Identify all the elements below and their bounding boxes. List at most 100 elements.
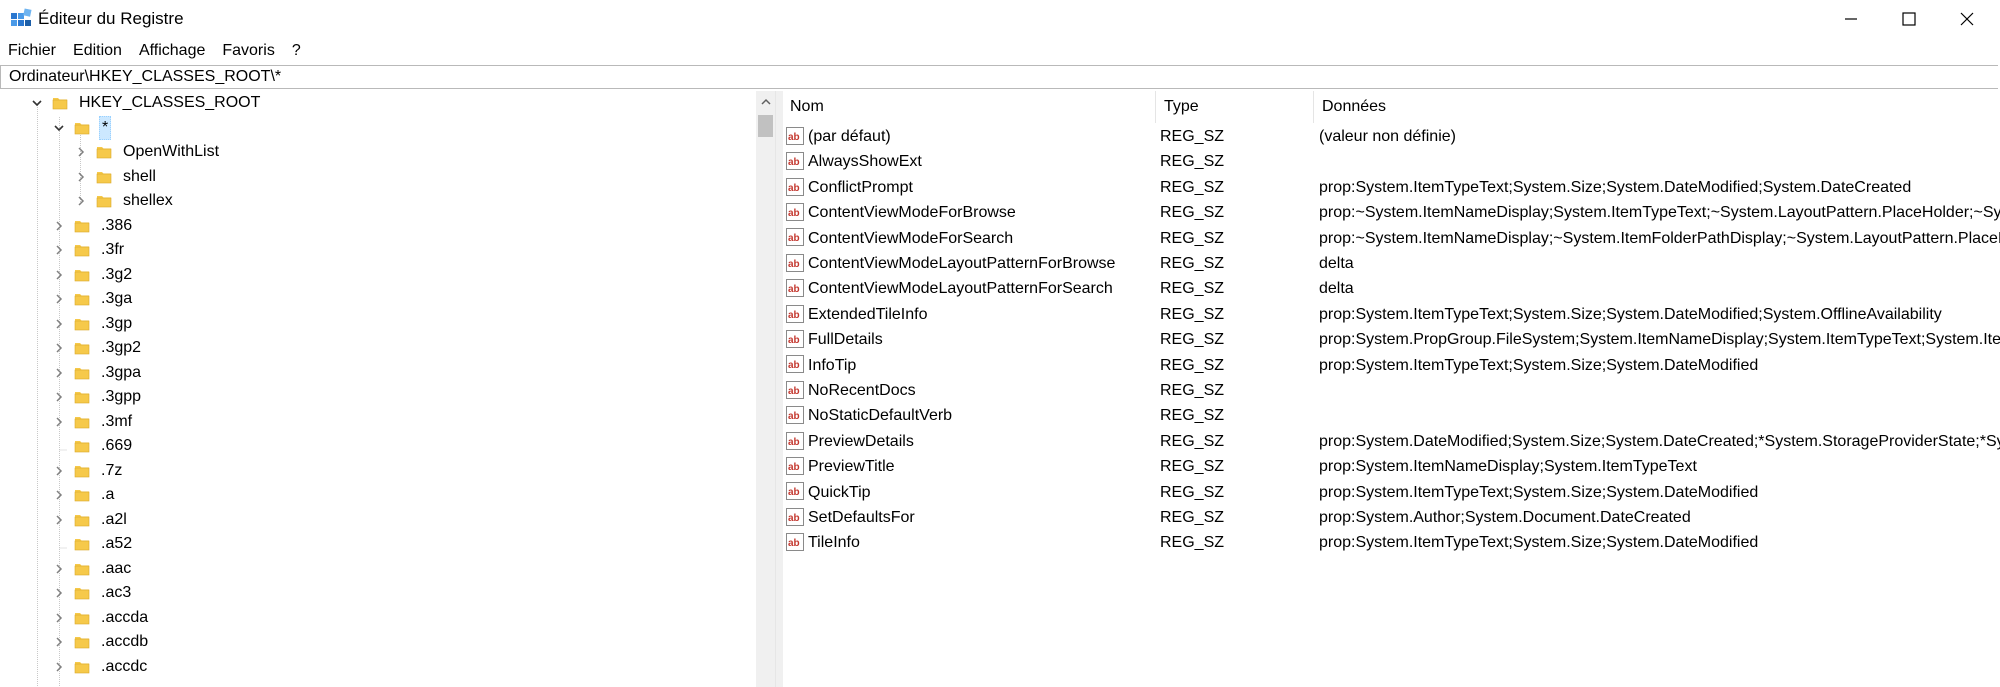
value-row[interactable]: ab ExtendedTileInfo REG_SZ prop:System.Item… [782,302,2000,327]
value-row[interactable]: ab ConflictPrompt REG_SZ prop:System.ItemTy… [782,175,2000,200]
expand-toggle[interactable] [74,170,88,184]
expand-toggle[interactable] [52,513,66,527]
tree-node[interactable]: .aac [52,557,133,581]
tree-node-label[interactable]: .3fr [99,239,126,261]
value-row[interactable]: ab AlwaysShowExt REG_SZ [782,149,2000,174]
expand-toggle[interactable] [52,611,66,625]
value-row[interactable]: ab NoStaticDefaultVerb REG_SZ [782,403,2000,428]
value-row[interactable]: ab FullDetails REG_SZ prop:System.PropGroup… [782,327,2000,352]
value-row[interactable]: ab PreviewDetails REG_SZ prop:System.DateMo… [782,429,2000,454]
expand-toggle[interactable] [74,194,88,208]
column-header-type[interactable]: Type [1156,91,1314,123]
expand-toggle[interactable] [52,464,66,478]
tree-node-label[interactable]: shell [121,166,158,188]
value-row[interactable]: ab NoRecentDocs REG_SZ [782,378,2000,403]
value-row[interactable]: ab ContentViewModeLayoutPatternForBrowse R… [782,251,2000,276]
expand-toggle[interactable] [52,341,66,355]
expand-toggle[interactable] [52,366,66,380]
value-row[interactable]: ab ContentViewModeLayoutPatternForSearch R… [782,276,2000,301]
tree-node[interactable]: .a2l [52,508,129,532]
expand-toggle[interactable] [52,317,66,331]
tree-node-label[interactable]: .386 [99,215,134,237]
tree-node[interactable]: .3gpp [52,385,143,409]
expand-toggle[interactable] [52,562,66,576]
tree-node-label[interactable]: .3ga [99,288,134,310]
tree-node[interactable]: .386 [52,214,134,238]
tree-node[interactable]: .3fr [52,238,126,262]
tree-node[interactable]: shellex [74,189,175,213]
scroll-thumb[interactable] [758,115,773,137]
tree-node-label[interactable]: .a [99,484,116,506]
menu-favoris[interactable]: Favoris [214,38,283,64]
tree-node[interactable]: .669 [52,434,134,458]
tree-node[interactable]: OpenWithList [74,140,221,164]
tree-node-label[interactable]: .3mf [99,411,134,433]
tree-node[interactable]: .7z [52,459,124,483]
tree-node[interactable]: .3gp2 [52,336,143,360]
tree-node[interactable]: .a [52,483,116,507]
tree-node-label[interactable]: .3g2 [99,264,134,286]
tree-node-label[interactable]: .accda [99,607,150,629]
tree-node-label[interactable]: .669 [99,435,134,457]
value-row[interactable]: ab ContentViewModeForBrowse REG_SZ prop:~Sy… [782,200,2000,225]
tree-node-label[interactable]: .accdb [99,631,150,653]
menu-help[interactable]: ? [284,38,310,64]
tree-node-label[interactable]: * [99,115,112,140]
tree-node[interactable]: shell [74,165,158,189]
address-bar[interactable]: Ordinateur\HKEY_CLASSES_ROOT\* [0,65,1998,89]
tree-node[interactable]: .3mf [52,410,134,434]
close-button[interactable] [1938,0,1996,37]
expand-toggle[interactable] [52,243,66,257]
tree-node-label[interactable]: .3gpa [99,362,143,384]
tree-node-label[interactable]: .accdc [99,656,149,678]
tree-node[interactable]: .accdc [52,655,149,679]
value-row[interactable]: ab (par défaut) REG_SZ (valeur non définie) [782,124,2000,149]
maximize-button[interactable] [1880,0,1938,37]
value-row[interactable]: ab InfoTip REG_SZ prop:System.ItemTypeText;… [782,353,2000,378]
column-header-data[interactable]: Données [1314,91,2000,123]
tree-node[interactable]: .accda [52,606,150,630]
tree-node-label[interactable]: .a52 [99,533,134,555]
tree-node[interactable]: .accdb [52,630,150,654]
value-row[interactable]: ab PreviewTitle REG_SZ prop:System.ItemName… [782,454,2000,479]
expand-toggle[interactable] [52,586,66,600]
menu-fichier[interactable]: Fichier [0,38,65,64]
expand-toggle[interactable] [52,415,66,429]
expand-toggle[interactable] [74,145,88,159]
value-row[interactable]: ab QuickTip REG_SZ prop:System.ItemTypeText… [782,480,2000,505]
collapse-toggle[interactable] [52,121,66,135]
tree-node-label[interactable]: shellex [121,190,175,212]
tree-node-label[interactable]: .3gpp [99,386,143,408]
collapse-toggle[interactable] [30,96,44,110]
tree-node[interactable]: HKEY_CLASSES_ROOT [30,91,262,115]
tree-node-label[interactable]: .aac [99,558,133,580]
value-row[interactable]: ab SetDefaultsFor REG_SZ prop:System.Author… [782,505,2000,530]
expand-toggle[interactable] [52,390,66,404]
tree-node[interactable]: * [52,115,112,140]
tree-node-label[interactable]: .7z [99,460,124,482]
expand-toggle[interactable] [52,660,66,674]
expand-toggle[interactable] [52,635,66,649]
tree-node[interactable]: .3g2 [52,263,134,287]
expand-toggle[interactable] [52,488,66,502]
tree-node[interactable]: .3ga [52,287,134,311]
tree-node-label[interactable]: OpenWithList [121,141,221,163]
tree-scrollbar[interactable] [756,91,775,687]
menu-edition[interactable]: Edition [65,38,131,64]
value-row[interactable]: ab ContentViewModeForSearch REG_SZ prop:~Sy… [782,226,2000,251]
tree-node[interactable]: .3gp [52,312,134,336]
menu-affichage[interactable]: Affichage [131,38,214,64]
scroll-up-button[interactable] [756,91,775,113]
tree-node-label[interactable]: .3gp2 [99,337,143,359]
tree-node[interactable]: .a52 [52,532,134,556]
expand-toggle[interactable] [52,219,66,233]
tree-node[interactable]: .3gpa [52,361,143,385]
tree-node[interactable]: .ac3 [52,581,133,605]
tree-node-label[interactable]: .ac3 [99,582,133,604]
tree-node-label[interactable]: .a2l [99,509,129,531]
tree-node-label[interactable]: .3gp [99,313,134,335]
value-row[interactable]: ab TileInfo REG_SZ prop:System.ItemTypeText… [782,530,2000,555]
expand-toggle[interactable] [52,292,66,306]
minimize-button[interactable] [1822,0,1880,37]
column-header-name[interactable]: Nom [782,91,1156,123]
